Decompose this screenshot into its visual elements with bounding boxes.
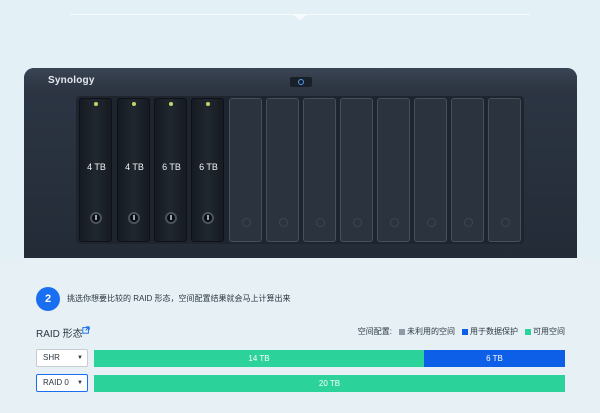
- legend-swatch-unused: [399, 328, 405, 335]
- raid-type-title: RAID 形态: [36, 329, 83, 340]
- chevron-down-icon: ▼: [77, 380, 83, 386]
- drive-led-icon: [169, 102, 173, 106]
- drive-bay-8: [340, 98, 373, 242]
- brand-logo: Synology: [48, 75, 95, 86]
- external-link-icon[interactable]: [82, 326, 90, 334]
- drive-capacity: 4 TB: [87, 162, 106, 172]
- segment-label: 6 TB: [486, 354, 503, 363]
- drive-latch-icon: [242, 218, 251, 227]
- legend-swatch-available: [525, 328, 531, 335]
- drive-latch-icon: [390, 218, 399, 227]
- segment-label: 14 TB: [248, 354, 270, 363]
- drive-latch-icon: [202, 212, 214, 224]
- capacity-bar-available: 20 TB: [94, 375, 565, 392]
- raid-type-value: RAID 0: [43, 378, 69, 387]
- drive-bay-10: [414, 98, 447, 242]
- raid-type-value: SHR: [43, 353, 60, 362]
- drive-latch-icon: [279, 218, 288, 227]
- drive-bays: 4 TB 4 TB 6 TB 6 TB: [76, 96, 524, 244]
- drive-led-icon: [132, 102, 136, 106]
- drive-latch-icon: [353, 218, 362, 227]
- segment-label: 20 TB: [318, 379, 341, 388]
- power-icon: [298, 79, 304, 85]
- raid-type-select-2[interactable]: RAID 0 ▼: [36, 374, 88, 392]
- drive-latch-icon: [165, 212, 177, 224]
- drive-latch-icon: [464, 218, 473, 227]
- drive-bay-6: [266, 98, 299, 242]
- drive-latch-icon: [501, 218, 510, 227]
- drive-capacity: 6 TB: [162, 162, 181, 172]
- drive-latch-icon: [427, 218, 436, 227]
- divider-notch: [292, 14, 308, 20]
- drive-bay-5: [229, 98, 262, 242]
- drive-capacity: 4 TB: [125, 162, 144, 172]
- drive-led-icon: [206, 102, 210, 106]
- drive-led-icon: [94, 102, 98, 106]
- nas-top-strip: Synology: [24, 68, 577, 90]
- raid-type-select-1[interactable]: SHR ▼: [36, 349, 88, 367]
- legend-protection-label: 用于数据保护: [470, 327, 518, 336]
- legend-available-label: 可用空间: [533, 327, 565, 336]
- legend-unused: 未利用的空间: [399, 326, 455, 337]
- drive-bay-4: 6 TB: [191, 98, 224, 242]
- drive-bay-9: [377, 98, 410, 242]
- capacity-bar-available: 14 TB: [94, 350, 424, 367]
- drive-bay-11: [451, 98, 484, 242]
- drive-capacity: 6 TB: [199, 162, 218, 172]
- nas-chassis: Synology 4 TB 4 TB 6 TB 6 TB: [24, 68, 577, 260]
- legend-protection: 用于数据保护: [462, 326, 518, 337]
- legend-unused-label: 未利用的空间: [407, 327, 455, 336]
- drive-latch-icon: [128, 212, 140, 224]
- legend-label: 空间配置:: [357, 327, 392, 336]
- drive-latch-icon: [316, 218, 325, 227]
- chevron-down-icon: ▼: [77, 355, 83, 361]
- legend-swatch-protection: [462, 328, 468, 335]
- step-instruction: 挑选你想要比较的 RAID 形态，空间配置结果就会马上计算出来: [67, 294, 291, 303]
- drive-bay-7: [303, 98, 336, 242]
- drive-bay-1: 4 TB: [79, 98, 112, 242]
- capacity-bar-protection: 6 TB: [424, 350, 565, 367]
- drive-bay-3: 6 TB: [154, 98, 187, 242]
- drive-bay-2: 4 TB: [117, 98, 150, 242]
- power-button: [290, 77, 312, 87]
- legend-available: 可用空间: [525, 326, 565, 337]
- step-number-badge: 2: [36, 287, 60, 311]
- drive-bay-12: [488, 98, 521, 242]
- space-legend: 空间配置: 未利用的空间 用于数据保护 可用空间: [358, 326, 565, 337]
- drive-latch-icon: [90, 212, 102, 224]
